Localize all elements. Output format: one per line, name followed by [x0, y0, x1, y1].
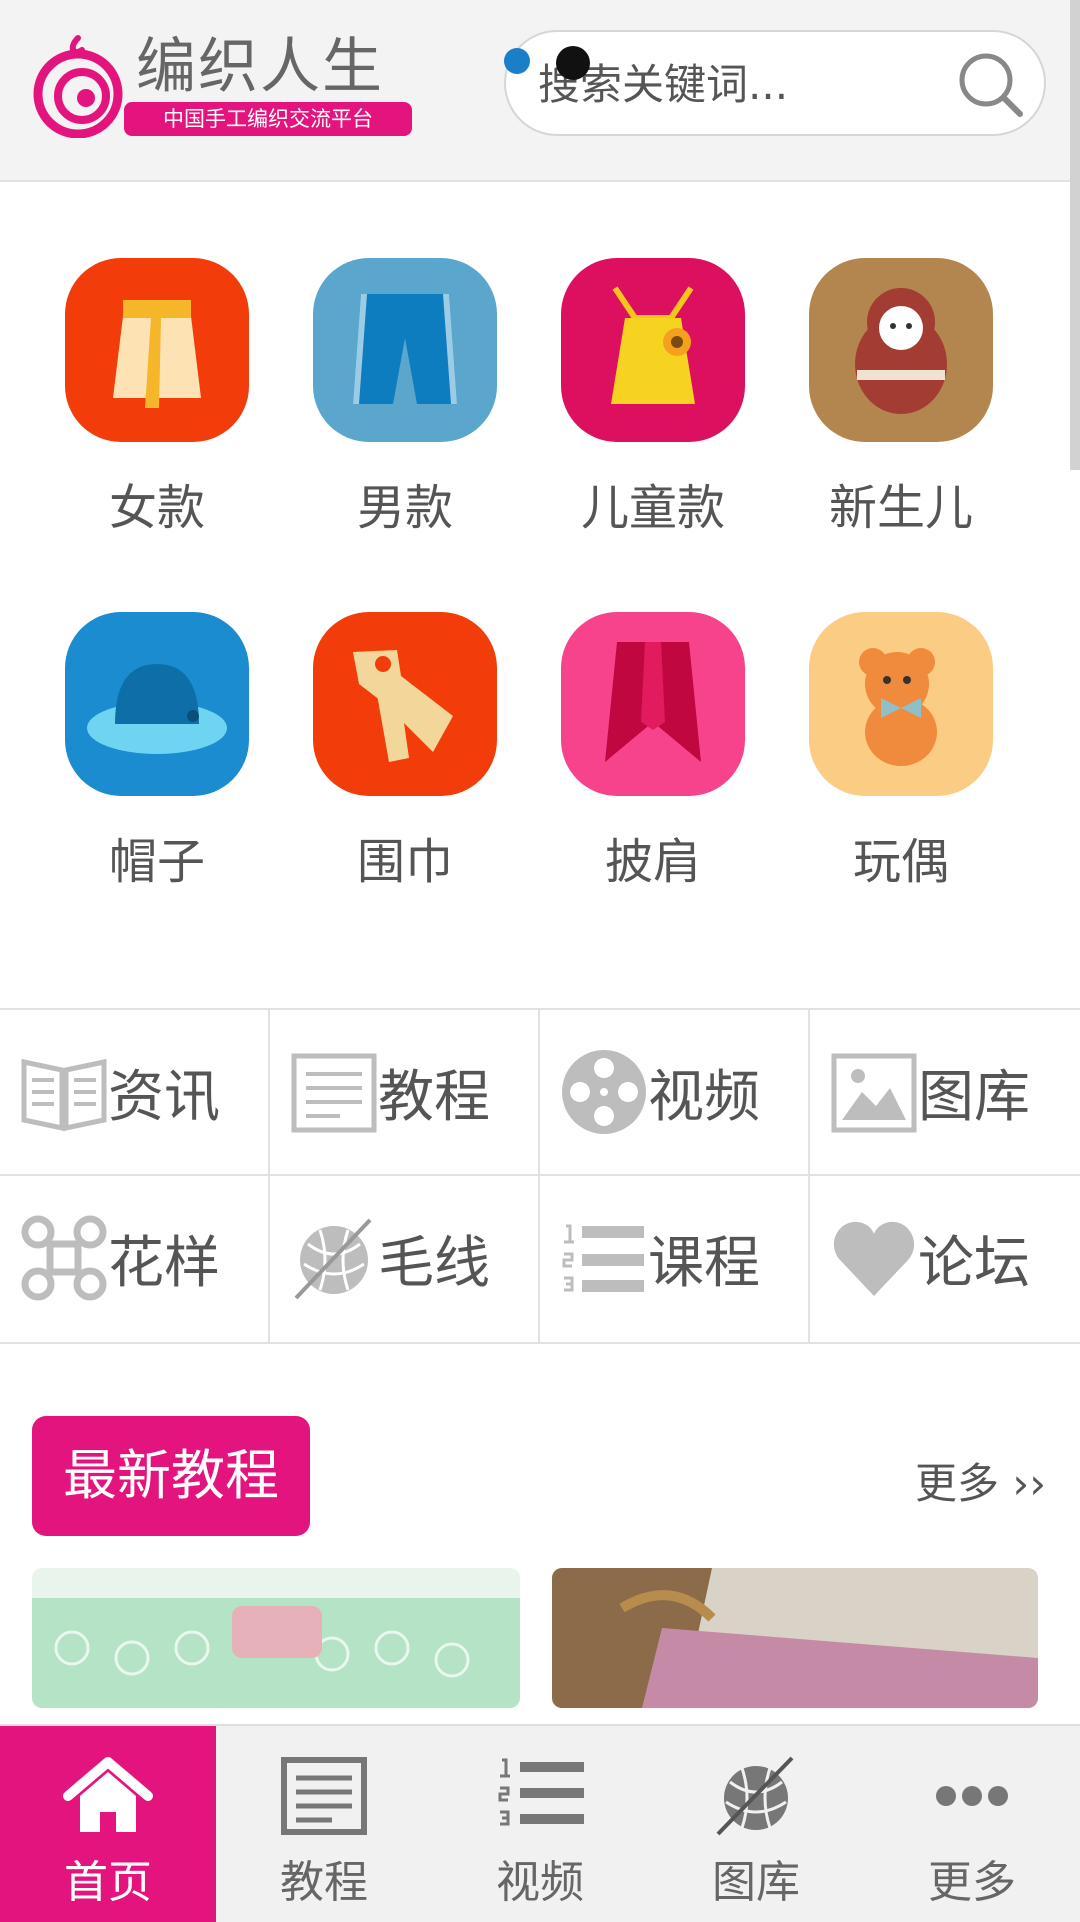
document-icon: [281, 1757, 367, 1835]
nav-yarn[interactable]: 毛线: [270, 1176, 538, 1340]
command-icon: [21, 1215, 107, 1301]
category-hats[interactable]: 帽子: [62, 612, 252, 892]
skirt-icon: [65, 258, 249, 442]
category-newborn[interactable]: 新生儿: [806, 258, 996, 538]
nav-label: 课程: [648, 1230, 760, 1296]
tab-label: 更多: [928, 1857, 1016, 1908]
nav-videos[interactable]: 视频: [540, 1010, 808, 1174]
image-icon: [831, 1053, 917, 1133]
nav-label: 图库: [918, 1064, 1030, 1130]
tutorial-thumbnail[interactable]: [552, 1568, 1038, 1708]
nav-tutorials[interactable]: 教程: [270, 1010, 538, 1174]
nav-label: 视频: [648, 1064, 760, 1130]
nav-gallery[interactable]: 图库: [810, 1010, 1078, 1174]
scarf-icon: [313, 612, 497, 796]
nav-news[interactable]: 资讯: [0, 1010, 268, 1174]
category-men[interactable]: 男款: [310, 258, 500, 538]
child-top-icon: [561, 258, 745, 442]
shawl-icon: [561, 612, 745, 796]
tab-label: 图库: [712, 1857, 800, 1908]
hat-icon: [65, 612, 249, 796]
category-label: 披肩: [604, 834, 701, 890]
tutorial-image: [32, 1568, 520, 1708]
category-scarves[interactable]: 围巾: [310, 612, 500, 892]
category-label: 新生儿: [828, 480, 973, 536]
category-label: 围巾: [356, 834, 453, 890]
nav-label: 论坛: [918, 1230, 1030, 1296]
nav-grid: 资讯 教程 视频 图库 花样 毛线 课程 论坛: [0, 1008, 1080, 1344]
numbered-list-icon: [562, 1224, 644, 1292]
more-link[interactable]: 更多 ››: [915, 1450, 1046, 1511]
heart-icon: [833, 1221, 915, 1296]
category-label: 女款: [108, 480, 205, 536]
category-label: 玩偶: [852, 834, 949, 890]
document-icon: [291, 1053, 377, 1133]
category-dolls[interactable]: 玩偶: [806, 612, 996, 892]
search-icon[interactable]: [956, 50, 1026, 120]
scrollbar[interactable]: [1070, 0, 1080, 470]
section-title: 最新教程: [32, 1416, 310, 1536]
tab-label: 视频: [496, 1857, 584, 1908]
nav-label: 花样: [108, 1230, 220, 1296]
category-shawls[interactable]: 披肩: [558, 612, 748, 892]
yarn-ball-icon: [294, 1218, 372, 1300]
nav-patterns[interactable]: 花样: [0, 1176, 268, 1340]
yarn-ball-icon: [716, 1756, 794, 1836]
book-icon: [21, 1058, 107, 1132]
more-dots-icon: [936, 1786, 1008, 1806]
nav-courses[interactable]: 课程: [540, 1176, 808, 1340]
category-label: 儿童款: [580, 480, 725, 536]
touch-indicator-dot: [556, 46, 590, 80]
nav-forum[interactable]: 论坛: [810, 1176, 1078, 1340]
category-kids[interactable]: 儿童款: [558, 258, 748, 538]
header: 编织人生 中国手工编织交流平台: [0, 0, 1080, 182]
category-label: 男款: [356, 480, 453, 536]
film-reel-icon: [562, 1050, 646, 1134]
logo-subtitle: 中国手工编织交流平台: [124, 102, 412, 136]
search-input[interactable]: [536, 50, 940, 118]
category-label: 帽子: [108, 834, 205, 890]
tab-home[interactable]: 首页: [0, 1726, 216, 1922]
home-icon: [63, 1757, 153, 1832]
tutorial-image: [552, 1568, 1038, 1708]
tab-more[interactable]: 更多: [864, 1726, 1080, 1922]
tab-label: 教程: [280, 1857, 368, 1908]
category-women[interactable]: 女款: [62, 258, 252, 538]
teddy-bear-icon: [809, 612, 993, 796]
tab-tutorials[interactable]: 教程: [216, 1726, 432, 1922]
tab-gallery[interactable]: 图库: [648, 1726, 864, 1922]
search-box[interactable]: [504, 30, 1046, 136]
tutorial-thumbnail[interactable]: [32, 1568, 520, 1708]
tab-videos[interactable]: 视频: [432, 1726, 648, 1922]
nav-label: 资讯: [108, 1064, 220, 1130]
numbered-list-icon: [498, 1758, 584, 1826]
nav-label: 毛线: [378, 1230, 490, 1296]
shorts-icon: [313, 258, 497, 442]
logo-swirl-icon: [33, 35, 123, 138]
bottom-tab-bar: 首页 教程 视频 图库 更多: [0, 1724, 1080, 1922]
touch-indicator-dot: [504, 48, 530, 74]
doll-icon: [809, 258, 993, 442]
site-logo[interactable]: 编织人生 中国手工编织交流平台: [28, 28, 412, 138]
nav-label: 教程: [378, 1064, 490, 1130]
logo-title: 编织人生: [136, 32, 384, 102]
tab-label: 首页: [64, 1857, 152, 1908]
